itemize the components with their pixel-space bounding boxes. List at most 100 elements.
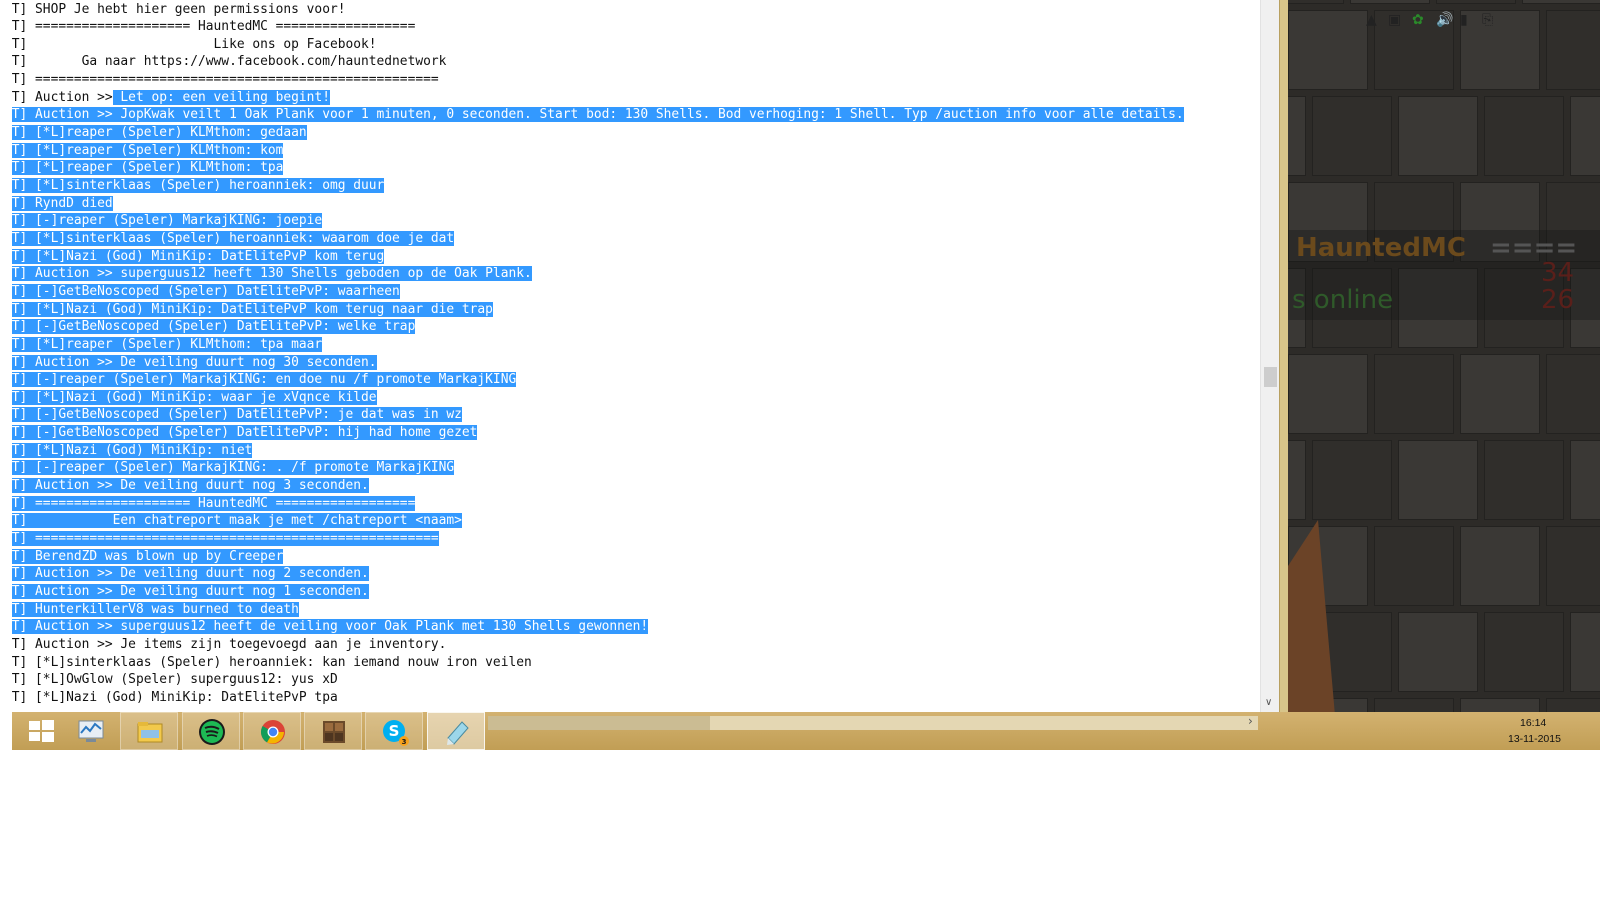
network-icon[interactable]: ✿ <box>1412 12 1424 28</box>
console-line[interactable]: .T] ==================== HauntedMC =====… <box>12 495 416 512</box>
console-line[interactable]: .T] [*L]Nazi (God) MiniKip: niet <box>12 442 253 459</box>
console-log-panel[interactable]: .T] SHOP Je hebt hier geen permissions v… <box>12 0 1260 712</box>
console-line[interactable]: .T] Auction >> superguus12 heeft de veil… <box>12 618 649 635</box>
horizontal-scrollbar-thumb[interactable] <box>488 716 710 730</box>
volume-icon[interactable]: 🔊 <box>1436 12 1453 28</box>
console-line[interactable]: .T] [*L]reaper (Speler) KLMthom: tpa maa… <box>12 336 323 353</box>
vertical-scrollbar[interactable]: ∨ <box>1260 0 1280 712</box>
console-line[interactable]: .T] [-]GetBeNoscoped (Speler) DatElitePv… <box>12 424 478 441</box>
line-prefix: .T] <box>12 654 28 670</box>
stone-block-tile <box>1288 354 1368 434</box>
line-prefix: .T] <box>12 425 36 441</box>
stone-block-tile <box>1398 440 1478 520</box>
console-line[interactable]: .T] [-]GetBeNoscoped (Speler) DatElitePv… <box>12 406 462 423</box>
line-text: ========================================… <box>35 72 439 88</box>
taskbar-skype[interactable]: S 3 <box>365 712 423 750</box>
line-prefix: .T] <box>12 478 36 494</box>
scroll-down-arrow-icon[interactable]: ∨ <box>1265 697 1272 708</box>
power-icon[interactable]: ⎘ <box>1482 12 1493 28</box>
console-line[interactable]: .T] [*L]Nazi (God) MiniKip: DatElitePvP … <box>12 301 493 318</box>
console-line[interactable]: .T] [*L]Nazi (God) MiniKip: DatElitePvP … <box>12 689 338 706</box>
player-count-2: 26 <box>1541 285 1575 315</box>
console-line[interactable]: .T] [-]reaper (Speler) MarkajKING: joepi… <box>12 212 323 229</box>
show-hidden-icons-icon[interactable]: ▲ <box>1366 12 1377 28</box>
console-line[interactable]: .T] RyndD died <box>12 195 113 212</box>
scrollbar-thumb[interactable] <box>1264 367 1277 387</box>
console-line[interactable]: .T] [-]GetBeNoscoped (Speler) DatElitePv… <box>12 318 416 335</box>
window-border <box>1279 0 1288 742</box>
taskbar-file-explorer[interactable] <box>120 712 178 750</box>
console-line[interactable]: .T] Auction >> De veiling duurt nog 1 se… <box>12 583 369 600</box>
console-line[interactable]: .T] [*L]Nazi (God) MiniKip: DatElitePvP … <box>12 248 385 265</box>
taskbar-performance-monitor[interactable] <box>62 712 120 750</box>
scroll-right-arrow-icon[interactable]: › <box>1248 714 1253 728</box>
skype-badge: 3 <box>402 738 407 746</box>
console-line[interactable]: .T] Like ons op Facebook! <box>12 36 377 53</box>
taskbar-notepad[interactable] <box>427 712 485 750</box>
console-line[interactable]: .T] [*L]Nazi (God) MiniKip: waar je xVqn… <box>12 389 377 406</box>
stone-block-tile <box>1374 354 1454 434</box>
console-line[interactable]: .T] Auction >> JopKwak veilt 1 Oak Plank… <box>12 106 1184 123</box>
line-text: [-]reaper (Speler) MarkajKING: en doe nu… <box>35 372 517 388</box>
stone-block-tile <box>1484 96 1564 176</box>
taskbar-spotify[interactable] <box>182 712 240 750</box>
console-line[interactable]: .T] [-]GetBeNoscoped (Speler) DatElitePv… <box>12 283 400 300</box>
line-text: Auction >> De veiling duurt nog 30 secon… <box>35 354 377 370</box>
console-line[interactable]: .T] HunterkillerV8 was burned to death <box>12 601 299 618</box>
performance-monitor-icon <box>78 720 104 742</box>
line-prefix: .T] <box>12 319 36 335</box>
stone-block-tile <box>1460 354 1540 434</box>
line-text: [-]GetBeNoscoped (Speler) DatElitePvP: j… <box>35 407 462 423</box>
line-prefix: .T] <box>12 689 28 705</box>
console-line[interactable]: .T] [*L]reaper (Speler) KLMthom: kom <box>12 142 284 159</box>
line-text: HunterkillerV8 was burned to death <box>35 601 299 617</box>
console-line[interactable]: .T] [-]reaper (Speler) MarkajKING: . /f … <box>12 459 455 476</box>
console-line[interactable]: .T] [*L]reaper (Speler) KLMthom: tpa <box>12 159 284 176</box>
battery-icon[interactable]: ▮ <box>1460 12 1468 28</box>
line-prefix: .T] <box>12 248 36 264</box>
line-prefix: .T] <box>12 636 28 652</box>
console-line[interactable]: .T] [-]reaper (Speler) MarkajKING: en do… <box>12 371 517 388</box>
console-line[interactable]: .T] Auction >> Je items zijn toegevoegd … <box>12 636 446 653</box>
stone-block-tile <box>1436 0 1516 4</box>
console-line[interactable]: .T] [*L]sinterklaas (Speler) heroanniek:… <box>12 654 532 671</box>
console-line[interactable]: .T] [*L]sinterklaas (Speler) heroanniek:… <box>12 177 385 194</box>
console-line[interactable]: .T] ====================================… <box>12 71 439 88</box>
clock-time[interactable]: 16:14 <box>1520 717 1546 729</box>
console-line[interactable]: .T] ====================================… <box>12 530 439 547</box>
console-line[interactable]: .T] Auction >> Let op: een veiling begin… <box>12 89 330 106</box>
console-line[interactable]: .T] Een chatreport maak je met /chatrepo… <box>12 512 462 529</box>
console-line[interactable]: .T] BerendZD was blown up by Creeper <box>12 548 284 565</box>
stone-block-tile <box>1288 440 1306 520</box>
line-prefix: .T] <box>12 354 36 370</box>
console-line[interactable]: .T] SHOP Je hebt hier geen permissions v… <box>12 1 345 18</box>
stone-block-tile <box>1288 10 1368 90</box>
line-prefix: .T] <box>12 107 36 123</box>
console-line[interactable]: .T] [*L]reaper (Speler) KLMthom: gedaan <box>12 124 307 141</box>
line-prefix: .T] <box>12 178 36 193</box>
console-line[interactable]: .T] Auction >> superguus12 heeft 130 She… <box>12 265 532 282</box>
game-window-background <box>1288 0 1600 750</box>
console-line[interactable]: .T] [*L]OwGlow (Speler) superguus12: yus… <box>12 671 338 688</box>
clock-date[interactable]: 13-11-2015 <box>1508 733 1561 745</box>
stone-block-tile <box>1570 440 1600 520</box>
line-text: Ga naar https://www.facebook.com/haunted… <box>35 54 447 70</box>
stone-block-tile <box>1484 440 1564 520</box>
line-text: [*L]sinterklaas (Speler) heroanniek: waa… <box>35 230 455 246</box>
console-line[interactable]: .T] ==================== HauntedMC =====… <box>12 18 415 35</box>
console-line[interactable]: .T] [*L]sinterklaas (Speler) heroanniek:… <box>12 230 455 247</box>
action-center-flag-icon[interactable]: ▣ <box>1388 12 1401 28</box>
taskbar-chrome[interactable] <box>243 712 301 750</box>
console-line[interactable]: .T] Auction >> De veiling duurt nog 2 se… <box>12 565 369 582</box>
line-text: Auction >> De veiling duurt nog 1 second… <box>35 583 369 599</box>
console-line[interactable]: .T] Auction >> De veiling duurt nog 30 s… <box>12 354 377 371</box>
windows-logo-icon <box>29 720 54 742</box>
line-text: Auction >> JopKwak veilt 1 Oak Plank voo… <box>35 107 1184 123</box>
stone-block-tile <box>1522 0 1600 4</box>
server-title: HauntedMC <box>1296 233 1466 263</box>
line-prefix: .T] <box>12 301 36 317</box>
console-line[interactable]: .T] Auction >> De veiling duurt nog 3 se… <box>12 477 369 494</box>
taskbar-minecraft[interactable] <box>304 712 362 750</box>
console-line[interactable]: .T] Ga naar https://www.facebook.com/hau… <box>12 53 446 70</box>
line-text: [*L]reaper (Speler) KLMthom: kom <box>35 142 284 158</box>
